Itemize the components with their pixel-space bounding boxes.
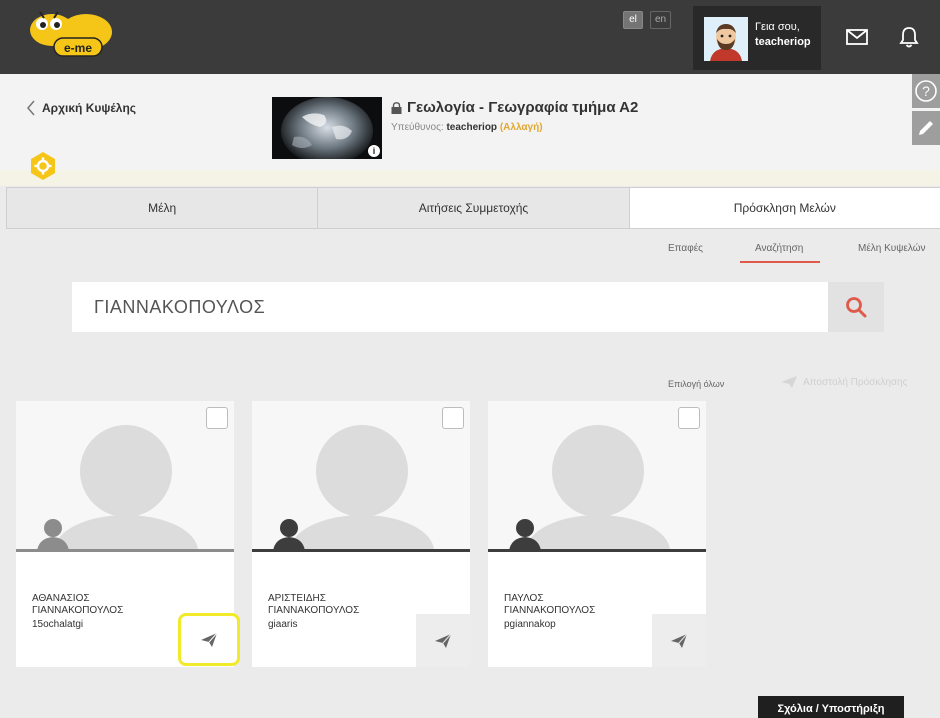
chevron-left-icon bbox=[27, 100, 35, 116]
member-tabs: Μέλη Αιτήσεις Συμμετοχής Πρόσκληση Μελών bbox=[6, 187, 940, 229]
member-photo bbox=[488, 401, 706, 551]
subtab-active-indicator bbox=[740, 261, 820, 263]
search-icon bbox=[846, 297, 867, 318]
member-username: 15ochalatgi bbox=[32, 619, 84, 630]
tab-members[interactable]: Μέλη bbox=[6, 188, 318, 228]
paper-plane-icon bbox=[781, 376, 797, 388]
mail-button[interactable] bbox=[840, 20, 874, 54]
earth-image bbox=[272, 97, 382, 159]
subtab-search[interactable]: Αναζήτηση bbox=[755, 243, 803, 254]
search-input[interactable]: ΓΙΑΝΝΑΚΟΠΟΥΛΟΣ bbox=[72, 282, 828, 332]
member-accent-line bbox=[252, 549, 470, 552]
hive-owner: Υπεύθυνος: teacheriop (Αλλαγή) bbox=[391, 122, 543, 133]
greeting-line1: Γεια σου, bbox=[755, 21, 800, 33]
invite-member-button[interactable] bbox=[416, 614, 470, 667]
header-divider bbox=[0, 170, 940, 186]
member-accent-line bbox=[16, 549, 234, 552]
language-el-button[interactable]: el bbox=[623, 11, 643, 29]
send-invitation-label: Αποστολή Πρόσκλησης bbox=[803, 376, 908, 388]
user-greeting: Γεια σου, teacheriop bbox=[755, 20, 811, 50]
pencil-icon bbox=[919, 121, 933, 135]
help-button[interactable]: ? bbox=[912, 74, 940, 108]
owner-name: teacheriop bbox=[446, 122, 498, 133]
tab-invite-members[interactable]: Πρόσκληση Μελών bbox=[628, 188, 940, 228]
member-first-name: ΑΘΑΝΑΣΙΟΣ bbox=[32, 593, 90, 604]
member-card: ΑΡΙΣΤΕΙΔΗΣ ΓΙΑΝΝΑΚΟΠΟΥΛΟΣ giaaris bbox=[252, 401, 470, 667]
member-card: ΑΘΑΝΑΣΙΟΣ ΓΙΑΝΝΑΚΟΠΟΥΛΟΣ 15ochalatgi bbox=[16, 401, 240, 667]
search-button[interactable] bbox=[828, 282, 884, 332]
back-label: Αρχική Κυψέλης bbox=[42, 101, 137, 115]
svg-text:?: ? bbox=[922, 83, 930, 99]
hive-title: Γεωλογία - Γεωγραφία τμήμα Α2 bbox=[391, 99, 638, 116]
top-bar: e-me el en Γεια σου, teacheriop bbox=[0, 0, 940, 74]
member-name: ΑΘΑΝΑΣΙΟΣ ΓΙΑΝΝΑΚΟΠΟΥΛΟΣ bbox=[32, 593, 123, 617]
subtab-hive-members[interactable]: Μέλη Κυψελών bbox=[858, 243, 926, 254]
member-photo bbox=[16, 401, 234, 551]
back-to-hive-link[interactable]: Αρχική Κυψέλης bbox=[26, 100, 136, 116]
paper-plane-icon bbox=[201, 632, 218, 647]
member-accent-line bbox=[488, 549, 706, 552]
edit-button[interactable] bbox=[912, 111, 940, 145]
member-card: ΠΑΥΛΟΣ ΓΙΑΝΝΑΚΟΠΟΥΛΟΣ pgiannakop bbox=[488, 401, 706, 667]
feedback-support-button[interactable]: Σχόλια / Υποστήριξη bbox=[758, 696, 904, 718]
member-select-checkbox[interactable] bbox=[206, 407, 228, 429]
default-avatar-icon bbox=[273, 425, 434, 551]
username-label: teacheriop bbox=[755, 36, 811, 48]
default-avatar-icon bbox=[509, 425, 670, 551]
invite-member-button[interactable] bbox=[652, 614, 706, 667]
member-name: ΠΑΥΛΟΣ ΓΙΑΝΝΑΚΟΠΟΥΛΟΣ bbox=[504, 593, 595, 617]
user-avatar bbox=[704, 17, 748, 61]
member-last-name: ΓΙΑΝΝΑΚΟΠΟΥΛΟΣ bbox=[268, 605, 360, 616]
language-en-button[interactable]: en bbox=[650, 11, 672, 29]
change-owner-link[interactable]: (Αλλαγή) bbox=[500, 122, 543, 133]
owner-label: Υπεύθυνος: bbox=[391, 122, 444, 133]
member-select-checkbox[interactable] bbox=[678, 407, 700, 429]
member-last-name: ΓΙΑΝΝΑΚΟΠΟΥΛΟΣ bbox=[32, 605, 124, 616]
member-last-name: ΓΙΑΝΝΑΚΟΠΟΥΛΟΣ bbox=[504, 605, 596, 616]
bell-icon bbox=[899, 27, 919, 48]
member-first-name: ΑΡΙΣΤΕΙΔΗΣ bbox=[268, 593, 326, 604]
user-avatar-icon bbox=[704, 17, 748, 61]
e-me-logo[interactable]: e-me bbox=[22, 8, 122, 64]
member-select-checkbox[interactable] bbox=[442, 407, 464, 429]
paper-plane-icon bbox=[435, 633, 452, 648]
subtab-contacts[interactable]: Επαφές bbox=[668, 243, 703, 254]
tab-join-requests[interactable]: Αιτήσεις Συμμετοχής bbox=[317, 188, 629, 228]
member-photo bbox=[252, 401, 470, 551]
hive-cover-image: i bbox=[272, 97, 382, 159]
help-icon: ? bbox=[915, 80, 937, 102]
mail-icon bbox=[846, 29, 868, 45]
notifications-button[interactable] bbox=[892, 20, 926, 54]
invite-member-button[interactable] bbox=[178, 613, 240, 666]
member-username: giaaris bbox=[268, 619, 298, 630]
select-all-link[interactable]: Επιλογή όλων bbox=[668, 379, 724, 389]
user-menu[interactable]: Γεια σου, teacheriop bbox=[693, 6, 821, 70]
gear-icon[interactable] bbox=[28, 151, 58, 181]
info-icon[interactable]: i bbox=[368, 145, 380, 157]
logo-text: e-me bbox=[64, 41, 92, 55]
member-name: ΑΡΙΣΤΕΙΔΗΣ ΓΙΑΝΝΑΚΟΠΟΥΛΟΣ bbox=[268, 593, 359, 617]
hive-title-text: Γεωλογία - Γεωγραφία τμήμα Α2 bbox=[407, 99, 639, 116]
paper-plane-icon bbox=[671, 633, 688, 648]
member-first-name: ΠΑΥΛΟΣ bbox=[504, 593, 544, 604]
send-invitation-button[interactable]: Αποστολή Πρόσκλησης bbox=[780, 375, 907, 389]
member-username: pgiannakop bbox=[504, 619, 556, 630]
default-avatar-icon bbox=[37, 425, 198, 551]
lock-icon bbox=[391, 101, 402, 114]
